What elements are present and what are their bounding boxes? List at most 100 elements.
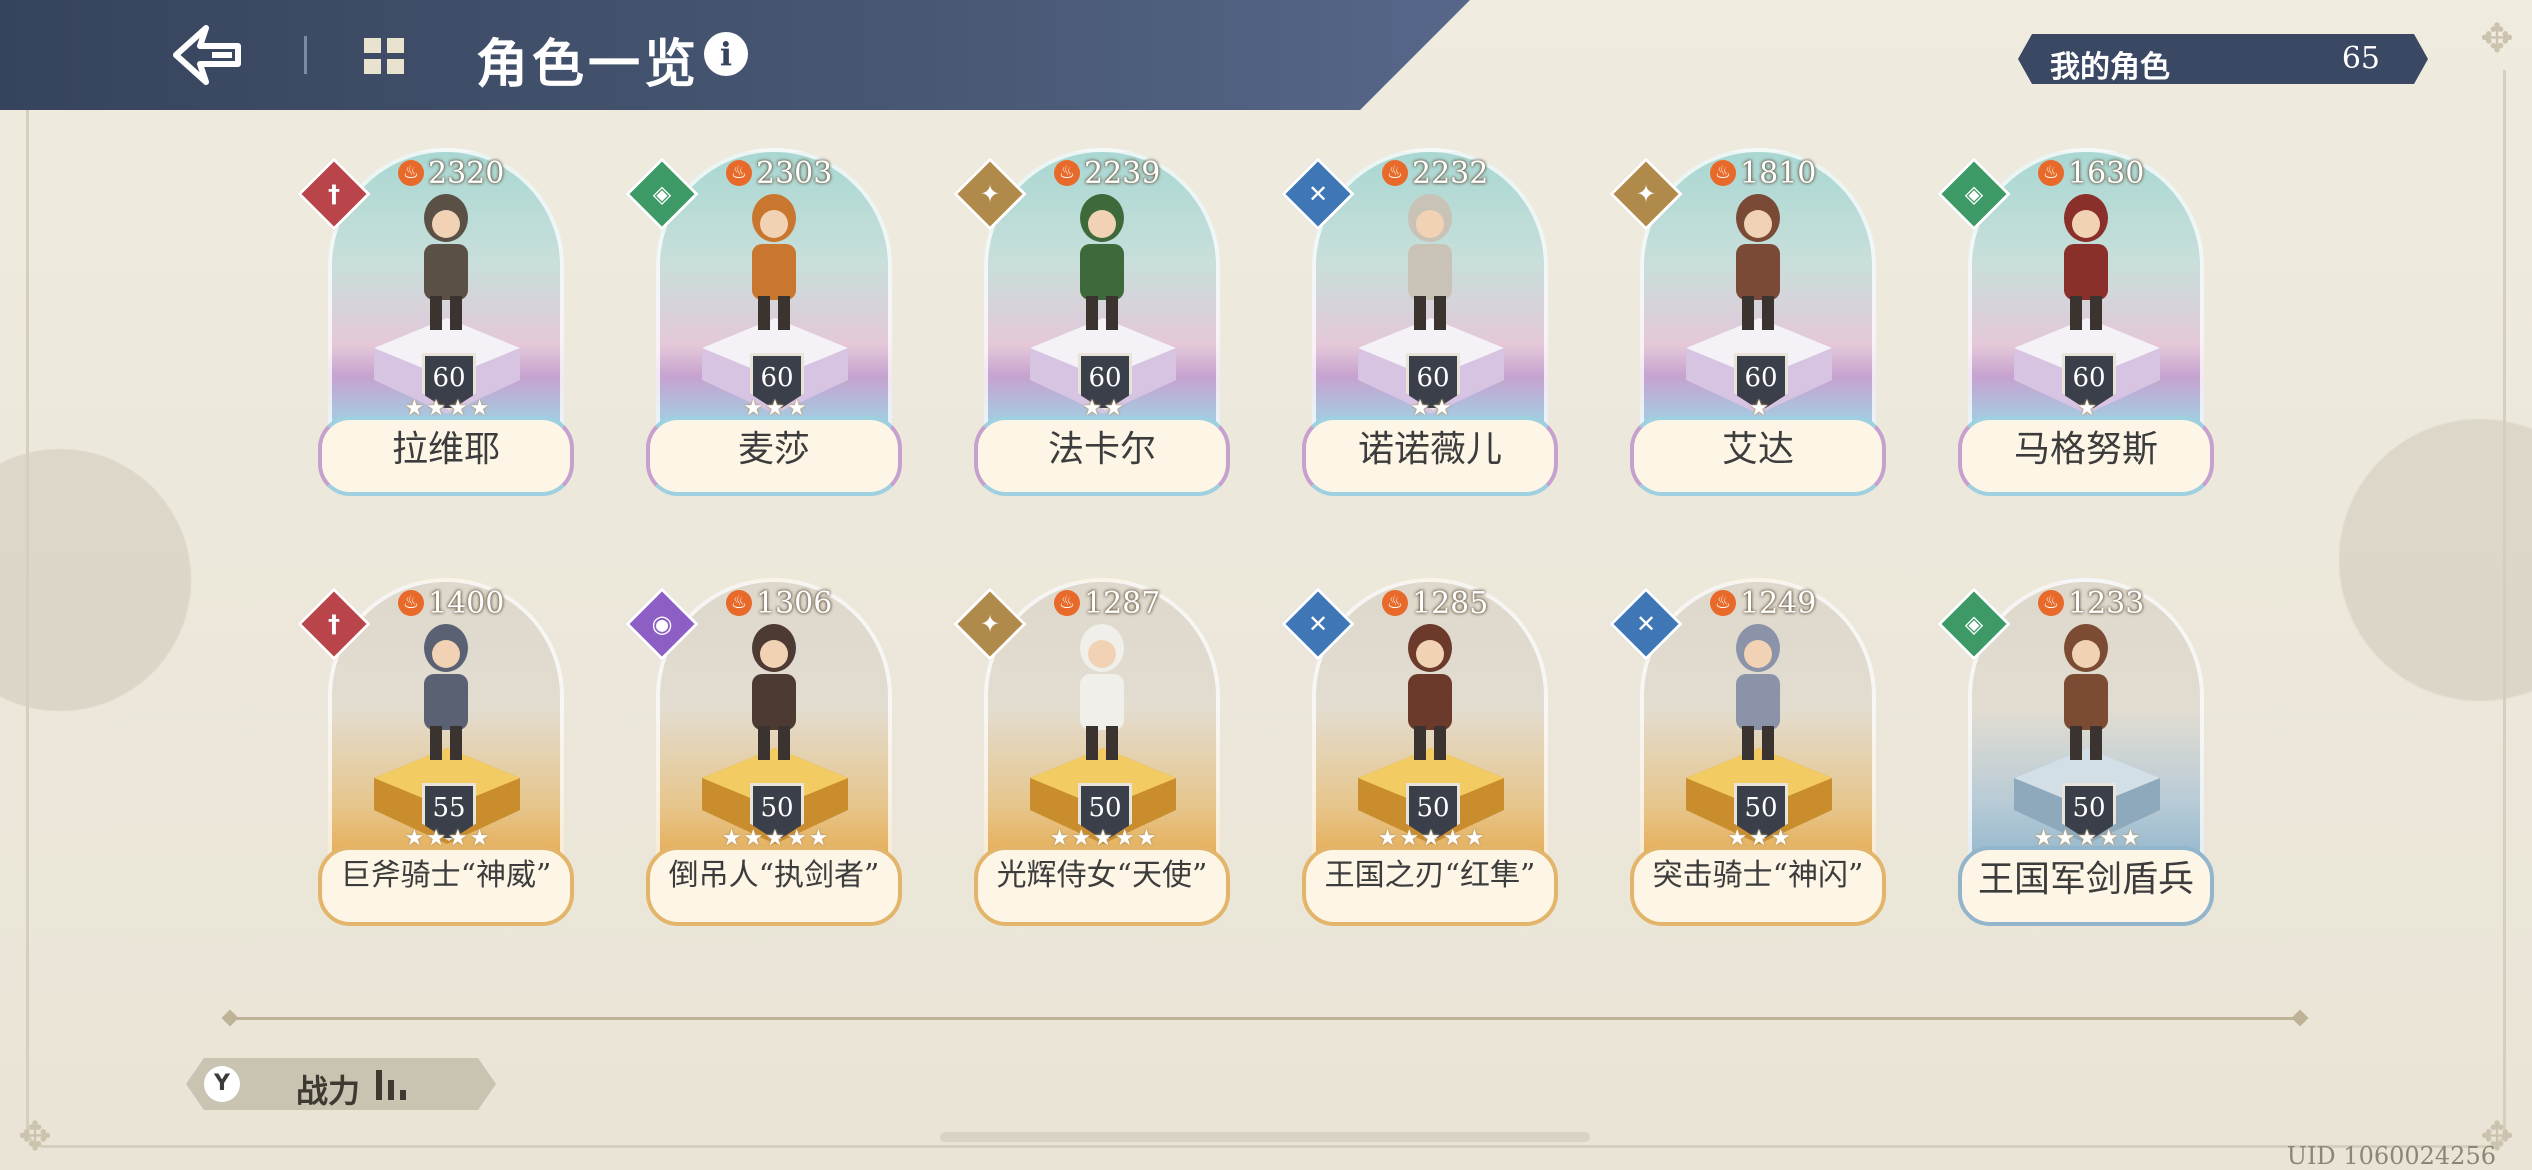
- character-name: 巨斧骑士“神威”: [318, 846, 574, 926]
- compass-icon: ✦: [979, 610, 1001, 638]
- character-sprite: [424, 624, 468, 760]
- info-icon[interactable]: i: [704, 32, 748, 76]
- grid-view-button[interactable]: [362, 36, 406, 76]
- power-value: 1810: [1740, 155, 1817, 191]
- flame-icon: ♨: [1710, 590, 1736, 616]
- character-name: 倒吊人“执剑者”: [646, 846, 902, 926]
- character-card[interactable]: 60 ✕ ♨ 2232 ★★ 诺诺薇儿: [1281, 148, 1562, 508]
- flame-icon: ♨: [398, 590, 424, 616]
- flame-icon: ♨: [1710, 160, 1736, 186]
- character-name: 艾达: [1630, 416, 1886, 496]
- character-name: 王国军剑盾兵: [1958, 846, 2214, 926]
- power-value: 1306: [756, 585, 833, 621]
- compass-icon: ✦: [979, 180, 1001, 208]
- power-value: 1249: [1740, 585, 1817, 621]
- character-sprite: [2064, 194, 2108, 330]
- power-display: ♨ 2232: [1382, 155, 1489, 191]
- flame-icon: ♨: [2038, 590, 2064, 616]
- power-display: ♨ 1285: [1382, 585, 1489, 621]
- uid-label: UID 1060024256: [2286, 1142, 2496, 1170]
- power-value: 1400: [428, 585, 505, 621]
- character-sprite: [1736, 624, 1780, 760]
- power-display: ♨ 1249: [1710, 585, 1817, 621]
- character-name: 王国之刃“红隼”: [1302, 846, 1558, 926]
- divider: [230, 1017, 2300, 1020]
- power-display: ♨ 1400: [398, 585, 505, 621]
- character-sprite: [752, 194, 796, 330]
- power-value: 2232: [1412, 155, 1489, 191]
- character-card[interactable]: 55 † ♨ 1400 ★★★★ 巨斧骑士“神威”: [297, 578, 578, 938]
- character-sprite: [1408, 624, 1452, 760]
- power-value: 2303: [756, 155, 833, 191]
- character-card[interactable]: 60 ✦ ♨ 2239 ★★ 法卡尔: [953, 148, 1234, 508]
- character-name: 拉维耶: [318, 416, 574, 496]
- character-card[interactable]: 60 ◈ ♨ 2303 ★★★ 麦莎: [625, 148, 906, 508]
- filter-icon[interactable]: Y: [204, 1066, 240, 1102]
- character-sprite: [1080, 194, 1124, 330]
- power-display: ♨ 1233: [2038, 585, 2145, 621]
- character-card[interactable]: 50 ✦ ♨ 1287 ★★★★★ 光辉侍女“天使”: [953, 578, 1234, 938]
- shield-icon: ◈: [1964, 610, 1984, 638]
- character-card[interactable]: 60 ◈ ♨ 1630 ★ 马格努斯: [1937, 148, 2218, 508]
- my-characters-badge: 我的角色 65: [2018, 34, 2428, 84]
- character-card[interactable]: 50 ✕ ♨ 1285 ★★★★★ 王国之刃“红隼”: [1281, 578, 1562, 938]
- power-display: ♨ 2303: [726, 155, 833, 191]
- shield-icon: ◈: [1964, 180, 1984, 208]
- character-sprite: [2064, 624, 2108, 760]
- power-display: ♨ 1810: [1710, 155, 1817, 191]
- power-display: ♨ 2320: [398, 155, 505, 191]
- character-name: 马格努斯: [1958, 416, 2214, 496]
- power-value: 1285: [1412, 585, 1489, 621]
- header-separator: [304, 36, 307, 74]
- back-arrow-icon: [173, 25, 241, 85]
- flame-icon: ♨: [726, 590, 752, 616]
- flame-icon: ♨: [1054, 160, 1080, 186]
- eye-icon: ◉: [651, 610, 673, 638]
- my-characters-count: 65: [2341, 41, 2380, 76]
- character-sprite: [1080, 624, 1124, 760]
- sword-icon: †: [328, 610, 340, 638]
- page-title: 角色一览: [476, 34, 701, 95]
- flame-icon: ♨: [1054, 590, 1080, 616]
- flame-icon: ♨: [1382, 160, 1408, 186]
- back-button[interactable]: [172, 22, 242, 88]
- flame-icon: ♨: [398, 160, 424, 186]
- power-value: 1233: [2068, 585, 2145, 621]
- corner-ornament-bottom-left: ✥: [18, 1114, 52, 1160]
- cross-icon: ✕: [1307, 180, 1329, 208]
- cross-icon: ✕: [1635, 610, 1657, 638]
- power-display: ♨ 1287: [1054, 586, 1160, 621]
- header-bar: 角色一览 i: [0, 0, 1470, 110]
- power-value: 2239: [1084, 155, 1161, 191]
- scrollbar[interactable]: [940, 1132, 1590, 1142]
- flame-icon: ♨: [2038, 160, 2064, 186]
- compass-icon: ✦: [1635, 180, 1657, 208]
- character-card[interactable]: 60 † ♨ 2320 ★★★★ 拉维耶: [297, 148, 578, 508]
- character-sprite: [1408, 194, 1452, 330]
- power-display: ♨ 1630: [2038, 155, 2145, 191]
- sort-bars-icon: [376, 1070, 406, 1100]
- character-sprite: [752, 624, 796, 760]
- power-value: 2320: [428, 155, 505, 191]
- sword-icon: †: [328, 180, 340, 208]
- character-name: 光辉侍女“天使”: [974, 846, 1230, 926]
- character-name: 诺诺薇儿: [1302, 416, 1558, 496]
- character-sprite: [1736, 194, 1780, 330]
- character-name: 突击骑士“神闪”: [1630, 846, 1886, 926]
- character-card[interactable]: 50 ✕ ♨ 1249 ★★★ 突击骑士“神闪”: [1609, 578, 1890, 938]
- cross-icon: ✕: [1307, 610, 1329, 638]
- character-card[interactable]: 50 ◈ ♨ 1233 ★★★★★ 王国军剑盾兵: [1937, 578, 2218, 938]
- character-name: 麦莎: [646, 416, 902, 496]
- power-display: ♨ 2239: [1054, 155, 1161, 191]
- power-value: 1630: [2068, 155, 2145, 191]
- grid-icon: [364, 38, 404, 74]
- character-name: 法卡尔: [974, 416, 1230, 496]
- flame-icon: ♨: [726, 160, 752, 186]
- character-card[interactable]: 60 ✦ ♨ 1810 ★ 艾达: [1609, 148, 1890, 508]
- character-card[interactable]: 50 ◉ ♨ 1306 ★★★★★ 倒吊人“执剑者”: [625, 578, 906, 938]
- sort-label: 战力: [296, 1072, 361, 1110]
- flame-icon: ♨: [1382, 590, 1408, 616]
- sort-by-power-button[interactable]: Y 战力: [186, 1058, 496, 1110]
- shield-icon: ◈: [652, 180, 672, 208]
- character-sprite: [424, 194, 468, 330]
